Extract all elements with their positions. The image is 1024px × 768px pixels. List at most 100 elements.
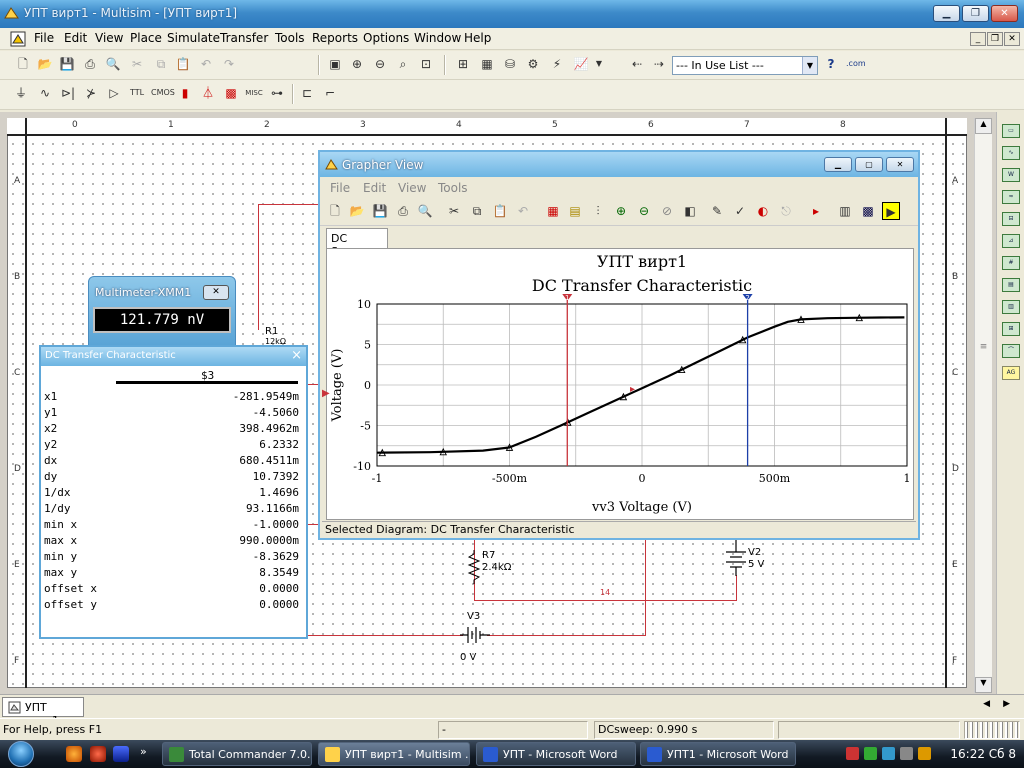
- new-icon[interactable]: 🗋: [326, 202, 344, 220]
- menu-options[interactable]: Options: [363, 31, 409, 45]
- grapher-icon[interactable]: 📈: [572, 55, 590, 73]
- zoom-fit-icon[interactable]: ⊡: [417, 55, 435, 73]
- menu-place[interactable]: Place: [130, 31, 162, 45]
- tray-icon[interactable]: [864, 747, 877, 760]
- menu-reports[interactable]: Reports: [312, 31, 358, 45]
- taskbar-clock[interactable]: 16:22 Сб 8: [950, 747, 1016, 761]
- menu-window[interactable]: Window: [414, 31, 461, 45]
- cursor-table-window[interactable]: DC Transfer Characteristic × $3 x1 -281.9…: [39, 345, 308, 639]
- network-icon[interactable]: [882, 747, 895, 760]
- zoom-out-icon[interactable]: ⊖: [635, 202, 653, 220]
- agilent-icon[interactable]: AG: [1002, 366, 1020, 380]
- wire[interactable]: [308, 635, 463, 636]
- mdi-minimize-icon[interactable]: _: [970, 32, 986, 46]
- reverse-colors-icon[interactable]: ◐: [754, 202, 772, 220]
- paste-icon[interactable]: 📋: [491, 202, 509, 220]
- task-total-commander[interactable]: Total Commander 7.0...: [162, 742, 312, 766]
- place-bus-icon[interactable]: ⊏: [298, 84, 316, 102]
- grid-icon[interactable]: ▦: [544, 202, 562, 220]
- help-icon[interactable]: ?: [822, 55, 840, 73]
- copy-icon[interactable]: ⧉: [152, 55, 170, 73]
- properties-icon[interactable]: ✎: [708, 202, 726, 220]
- bode-plotter-icon[interactable]: ⊿: [1002, 234, 1020, 248]
- full-screen-icon[interactable]: ▣: [326, 55, 344, 73]
- mdi-close-icon[interactable]: ✕: [1004, 32, 1020, 46]
- print-icon[interactable]: ⎙: [81, 55, 99, 73]
- place-analog-icon[interactable]: ▷: [105, 84, 123, 102]
- menu-help[interactable]: Help: [464, 31, 491, 45]
- new-icon[interactable]: 🗋: [14, 55, 32, 73]
- paste-icon[interactable]: 📋: [174, 55, 192, 73]
- minimize-icon[interactable]: ▁: [933, 5, 960, 22]
- export-mathcad-icon[interactable]: ▥: [836, 202, 854, 220]
- net-label[interactable]: 14: [600, 588, 610, 597]
- place-source-icon[interactable]: ⏚: [12, 84, 30, 102]
- wire[interactable]: [474, 600, 736, 601]
- grapher-menu-tools[interactable]: Tools: [438, 181, 468, 195]
- forward-annotate-icon[interactable]: ⇢: [650, 55, 668, 73]
- task-word-2[interactable]: УПТ1 - Microsoft Word: [640, 742, 796, 766]
- cursor-table-title-bar[interactable]: DC Transfer Characteristic ×: [41, 347, 306, 366]
- save-icon[interactable]: 💾: [371, 202, 389, 220]
- zoom-fit-icon[interactable]: ⊘: [658, 202, 676, 220]
- function-generator-icon[interactable]: ∿: [1002, 146, 1020, 160]
- wire[interactable]: [258, 204, 320, 205]
- hierarchy-icon[interactable]: ⊞: [454, 55, 472, 73]
- place-basic-icon[interactable]: ∿: [36, 84, 54, 102]
- place-transistor-icon[interactable]: ⊁: [82, 84, 100, 102]
- zoom-in-icon[interactable]: ⊕: [348, 55, 366, 73]
- print-preview-icon[interactable]: 🔍: [104, 55, 122, 73]
- menu-file[interactable]: File: [34, 31, 54, 45]
- tab-scroll-right-icon[interactable]: ▶: [1003, 699, 1010, 709]
- menu-transfer[interactable]: Transfer: [220, 31, 268, 45]
- logic-analyzer-icon[interactable]: ▥: [1002, 300, 1020, 314]
- place-hierarchy-connector-icon[interactable]: ⌐: [321, 84, 339, 102]
- grapher-title-bar[interactable]: Grapher View ▁ ▢ ✕: [320, 152, 918, 177]
- menu-tools[interactable]: Tools: [275, 31, 305, 45]
- open-icon[interactable]: 📂: [348, 202, 366, 220]
- close-icon[interactable]: ×: [291, 348, 302, 363]
- page-properties-icon[interactable]: ✓: [731, 202, 749, 220]
- overlay-icon[interactable]: ◧: [681, 202, 699, 220]
- power-icon[interactable]: [918, 747, 931, 760]
- save-icon[interactable]: 💾: [58, 55, 76, 73]
- grapher-window[interactable]: Grapher View ▁ ▢ ✕ File Edit View Tools …: [318, 150, 920, 540]
- firefox-icon[interactable]: [66, 746, 82, 762]
- v2-label[interactable]: V2: [748, 547, 761, 558]
- undo-icon[interactable]: ↶: [514, 202, 532, 220]
- export-excel-icon[interactable]: ▸: [807, 202, 825, 220]
- cut-icon[interactable]: ✂: [445, 202, 463, 220]
- minimize-icon[interactable]: ▁: [824, 157, 852, 172]
- v3-value[interactable]: 0 V: [460, 652, 476, 663]
- export-icon[interactable]: ⎋: [777, 202, 795, 220]
- place-ttl-icon[interactable]: TTL: [128, 84, 146, 102]
- vertical-scrollbar[interactable]: ▲ ≡ ▼: [974, 118, 992, 693]
- place-rf-icon[interactable]: ⊶: [268, 84, 286, 102]
- oscilloscope-icon[interactable]: ≈: [1002, 190, 1020, 204]
- print-preview-icon[interactable]: 🔍: [416, 202, 434, 220]
- close-icon[interactable]: ✕: [203, 285, 229, 300]
- window-title-bar[interactable]: УПТ вирт1 - Multisim - [УПТ вирт1] ▁ ❐ ✕: [0, 0, 1024, 28]
- tab-dc-sweep[interactable]: DC Sweep: [326, 228, 388, 258]
- menu-view[interactable]: View: [95, 31, 123, 45]
- database-icon[interactable]: ⛁: [501, 55, 519, 73]
- multisim-app-icon[interactable]: [4, 6, 19, 20]
- close-icon[interactable]: ✕: [886, 157, 914, 172]
- print-icon[interactable]: ⎙: [394, 202, 412, 220]
- r7-label[interactable]: R7: [482, 550, 495, 561]
- place-mixed-icon[interactable]: ⏃: [199, 84, 217, 102]
- show-hide-icon[interactable]: ▶: [882, 202, 900, 220]
- restore-icon[interactable]: ❐: [962, 5, 989, 22]
- battery-v3-icon[interactable]: [460, 624, 490, 648]
- v3-label[interactable]: V3: [467, 611, 480, 622]
- redo-icon[interactable]: ↷: [220, 55, 238, 73]
- place-indicator-icon[interactable]: ▩: [222, 84, 240, 102]
- task-multisim[interactable]: УПТ вирт1 - Multisim ...: [318, 742, 470, 766]
- tab-document[interactable]: УПТ вирт1: [2, 697, 84, 727]
- iv-analyzer-icon[interactable]: ⌒: [1002, 344, 1020, 358]
- back-annotate-icon[interactable]: ⇠: [628, 55, 646, 73]
- grapher-menu-file[interactable]: File: [330, 181, 350, 195]
- save-disk-icon[interactable]: [113, 746, 129, 762]
- plot-area[interactable]: УПТ вирт1 DC Transfer Characteristic -1 -50…: [326, 248, 914, 520]
- component-wizard-icon[interactable]: ⚙: [524, 55, 542, 73]
